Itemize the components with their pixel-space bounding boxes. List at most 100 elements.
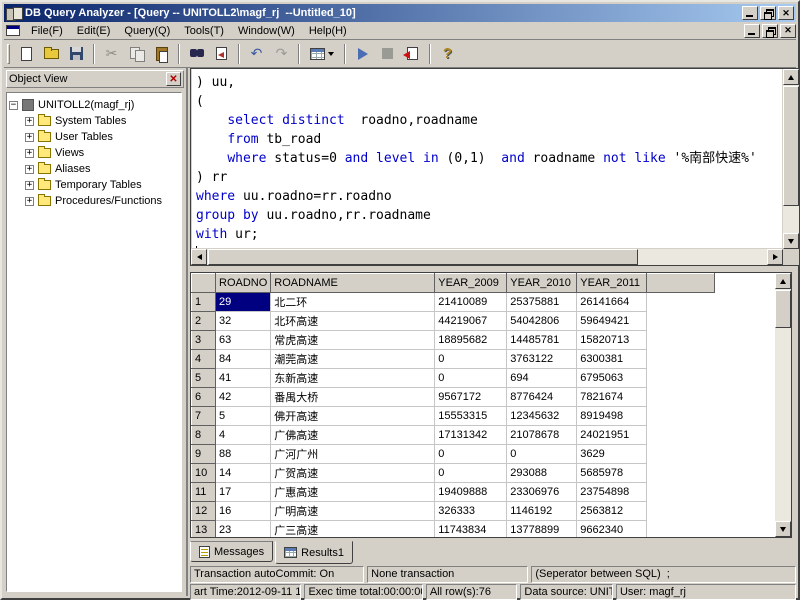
table-cell[interactable]: 广三高速 [271,521,435,538]
table-cell[interactable]: 东新高速 [271,369,435,388]
close-button[interactable]: ✕ [778,6,794,20]
undo-button[interactable]: ↶ [245,43,268,65]
scrollbar-thumb[interactable] [783,86,799,206]
expand-icon[interactable]: + [25,165,34,174]
row-number[interactable]: 13 [192,521,216,538]
tab-messages[interactable]: Messages [190,541,273,562]
scroll-right-button[interactable] [767,249,783,265]
table-cell[interactable]: 3629 [577,445,647,464]
table-cell[interactable]: 694 [507,369,577,388]
table-cell[interactable]: 29 [216,293,271,312]
scroll-down-button[interactable] [775,521,791,537]
expand-icon[interactable]: + [25,133,34,142]
column-header-year_2011[interactable]: YEAR_2011 [577,274,647,293]
table-cell[interactable]: 4 [216,426,271,445]
menu-item-tools[interactable]: Tools(T) [177,23,231,39]
table-cell[interactable]: 17 [216,483,271,502]
table-cell[interactable]: 广明高速 [271,502,435,521]
table-cell[interactable]: 北环高速 [271,312,435,331]
table-cell[interactable]: 5 [216,407,271,426]
table-cell[interactable]: 26141664 [577,293,647,312]
menu-item-help[interactable]: Help(H) [302,23,354,39]
table-cell[interactable]: 11743834 [435,521,507,538]
results-vertical-scrollbar[interactable] [775,273,791,537]
expand-icon[interactable]: + [25,149,34,158]
menu-item-window[interactable]: Window(W) [231,23,302,39]
object-view-close-button[interactable]: ✕ [166,72,181,86]
table-cell[interactable]: 32 [216,312,271,331]
table-cell[interactable]: 59649421 [577,312,647,331]
replace-button[interactable] [210,43,233,65]
tree-item-user-tables[interactable]: +User Tables [9,129,179,145]
table-cell[interactable]: 0 [435,445,507,464]
tree-item-system-tables[interactable]: +System Tables [9,113,179,129]
column-header-roadno[interactable]: ROADNO [216,274,271,293]
table-cell[interactable]: 9662340 [577,521,647,538]
table-cell[interactable]: 13778899 [507,521,577,538]
table-cell[interactable]: 25375881 [507,293,577,312]
row-number[interactable]: 2 [192,312,216,331]
table-cell[interactable]: 2563812 [577,502,647,521]
row-number[interactable]: 8 [192,426,216,445]
scroll-left-button[interactable] [191,249,207,265]
collapse-icon[interactable]: − [9,101,18,110]
table-cell[interactable]: 北二环 [271,293,435,312]
cut-button[interactable]: ✂ [100,43,123,65]
table-cell[interactable]: 9567172 [435,388,507,407]
document-window-icon[interactable] [6,25,20,36]
tree-item-views[interactable]: +Views [9,145,179,161]
help-button[interactable]: ? [436,43,459,65]
table-cell[interactable]: 44219067 [435,312,507,331]
row-number[interactable]: 10 [192,464,216,483]
table-cell[interactable]: 18895682 [435,331,507,350]
table-cell[interactable]: 63 [216,331,271,350]
tree-item-aliases[interactable]: +Aliases [9,161,179,177]
row-number[interactable]: 12 [192,502,216,521]
row-number[interactable]: 5 [192,369,216,388]
table-cell[interactable]: 54042806 [507,312,577,331]
editor-vertical-scrollbar[interactable] [783,69,799,249]
column-header-year_2010[interactable]: YEAR_2010 [507,274,577,293]
table-cell[interactable]: 6300381 [577,350,647,369]
restore-button[interactable] [760,6,776,20]
table-cell[interactable]: 广河广州 [271,445,435,464]
table-cell[interactable]: 23306976 [507,483,577,502]
table-cell[interactable]: 19409888 [435,483,507,502]
mdi-close-button[interactable]: ✕ [780,24,796,38]
table-cell[interactable]: 佛开高速 [271,407,435,426]
table-cell[interactable]: 番禺大桥 [271,388,435,407]
find-button[interactable] [185,43,208,65]
table-cell[interactable]: 326333 [435,502,507,521]
table-cell[interactable]: 42 [216,388,271,407]
table-cell[interactable]: 16 [216,502,271,521]
table-cell[interactable]: 7821674 [577,388,647,407]
table-cell[interactable]: 23754898 [577,483,647,502]
table-cell[interactable]: 21078678 [507,426,577,445]
paste-button[interactable] [150,43,173,65]
sql-editor-text[interactable]: ) uu,( select distinct roadno,roadname f… [192,69,782,248]
tab-results1[interactable]: Results1 [275,541,353,564]
table-cell[interactable]: 0 [435,369,507,388]
redo-button[interactable]: ↷ [270,43,293,65]
scrollbar-thumb[interactable] [775,290,791,328]
run-query-button[interactable] [351,43,374,65]
tree-item-temporary-tables[interactable]: +Temporary Tables [9,177,179,193]
table-cell[interactable]: 5685978 [577,464,647,483]
row-number[interactable]: 4 [192,350,216,369]
corner-header-cell[interactable] [192,274,216,293]
table-cell[interactable]: 12345632 [507,407,577,426]
row-number[interactable]: 6 [192,388,216,407]
menu-item-file[interactable]: File(F) [24,23,70,39]
table-cell[interactable]: 0 [435,350,507,369]
table-cell[interactable]: 88 [216,445,271,464]
table-cell[interactable]: 293088 [507,464,577,483]
table-cell[interactable]: 常虎高速 [271,331,435,350]
table-cell[interactable]: 广贺高速 [271,464,435,483]
tree-item-unitoll2-magf-rj-[interactable]: −UNITOLL2(magf_rj) [9,97,179,113]
table-cell[interactable]: 17131342 [435,426,507,445]
expand-icon[interactable]: + [25,197,34,206]
table-cell[interactable]: 15820713 [577,331,647,350]
row-number[interactable]: 11 [192,483,216,502]
mdi-minimize-button[interactable] [744,24,760,38]
export-results-button[interactable] [401,43,424,65]
